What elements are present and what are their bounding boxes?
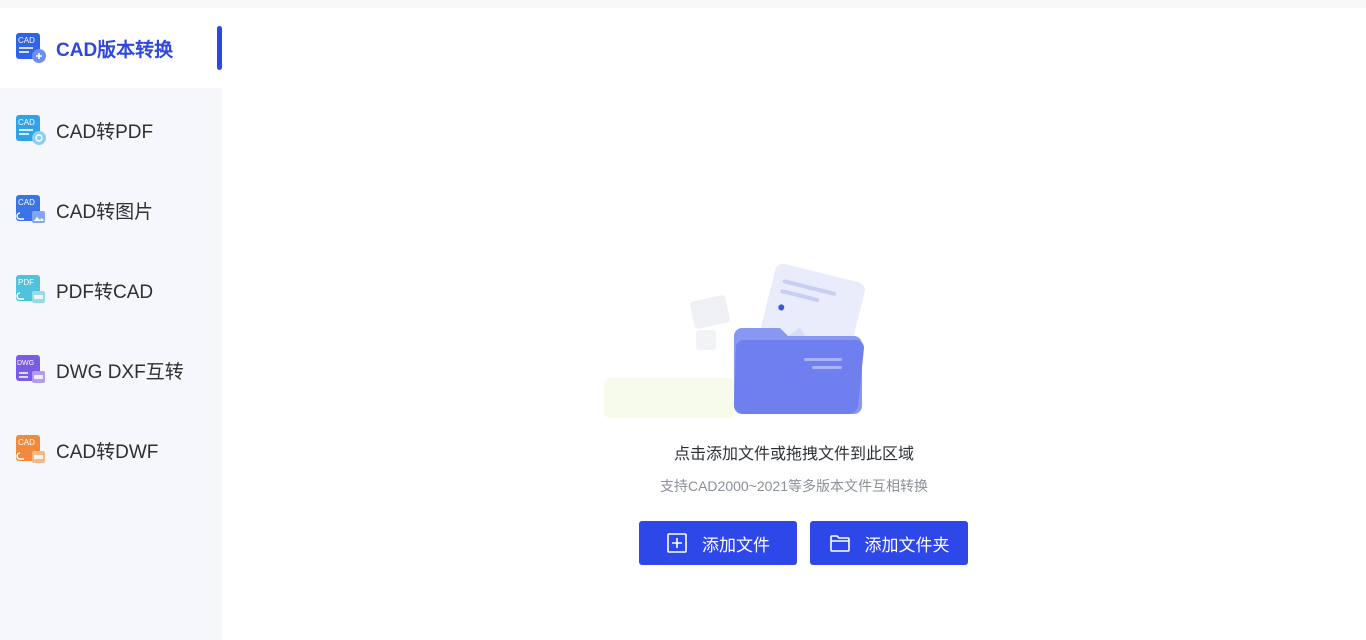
sidebar-item-dwg-dxf[interactable]: DWG DWG DXF互转 xyxy=(0,330,222,410)
svg-text:CAD: CAD xyxy=(18,198,35,207)
folder-icon xyxy=(829,535,850,552)
dropzone-title: 点击添加文件或拖拽文件到此区域 xyxy=(673,446,914,463)
sidebar-item-label: CAD转图片 xyxy=(56,201,154,223)
cad-to-image-icon: CAD xyxy=(16,195,45,223)
sidebar-item-label: PDF转CAD xyxy=(56,281,154,303)
cad-version-icon: CAD xyxy=(16,33,46,63)
sidebar-item-cad-to-pdf[interactable]: CAD CAD转PDF xyxy=(0,90,222,170)
svg-text:CAD: CAD xyxy=(18,36,35,45)
sidebar-item-cad-to-image[interactable]: CAD CAD转图片 xyxy=(0,170,222,250)
add-file-label: 添加文件 xyxy=(702,535,770,555)
pdf-to-cad-icon: PDF xyxy=(16,275,45,303)
cad-to-pdf-icon: CAD xyxy=(16,115,46,145)
svg-text:DWG: DWG xyxy=(17,360,34,367)
sidebar: CAD CAD版本转换 CAD CAD转PDF CAD CAD转图片 PDF P… xyxy=(0,8,222,640)
folder-illustration-icon xyxy=(604,263,865,418)
svg-text:PDF: PDF xyxy=(18,278,34,287)
sidebar-item-cad-to-dwf[interactable]: CAD CAD转DWF xyxy=(0,410,222,490)
add-file-button[interactable]: 添加文件 xyxy=(639,521,797,565)
sidebar-item-label: CAD转DWF xyxy=(56,441,159,463)
dwg-dxf-icon: DWG xyxy=(16,355,45,383)
dropzone-area[interactable]: 点击添加文件或拖拽文件到此区域 支持CAD2000~2021等多版本文件互相转换… xyxy=(222,8,1366,640)
sidebar-item-label: CAD版本转换 xyxy=(56,39,174,61)
sidebar-item-label: DWG DXF互转 xyxy=(56,361,184,383)
plus-square-icon xyxy=(667,533,687,553)
top-bar xyxy=(0,0,1366,8)
add-folder-label: 添加文件夹 xyxy=(864,535,950,555)
svg-text:CAD: CAD xyxy=(18,438,35,447)
cad-to-dwf-icon: CAD xyxy=(16,435,45,463)
add-folder-button[interactable]: 添加文件夹 xyxy=(810,521,968,565)
svg-text:CAD: CAD xyxy=(18,118,35,127)
sidebar-item-pdf-to-cad[interactable]: PDF PDF转CAD xyxy=(0,250,222,330)
sidebar-item-label: CAD转PDF xyxy=(56,121,154,143)
sidebar-item-cad-version[interactable]: CAD CAD版本转换 xyxy=(0,8,222,88)
dropzone-subtitle: 支持CAD2000~2021等多版本文件互相转换 xyxy=(659,478,929,494)
